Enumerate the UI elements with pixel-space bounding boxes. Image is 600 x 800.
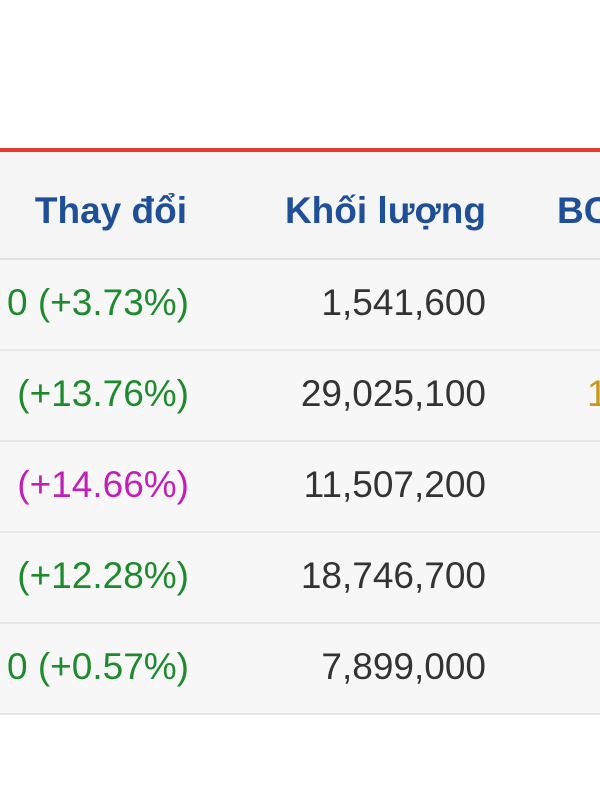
volume-cell: 1,541,600 [321,282,486,323]
column-header-volume[interactable]: Khối lượng [285,190,486,232]
volume-cell: 11,507,200 [303,464,486,505]
table-row[interactable]: 0 (+3.73%) 1,541,600 [0,260,600,351]
change-cell: 0 (+3.73%) [6,282,189,323]
change-cell: 0 (+0.57%) [6,646,189,687]
change-cell: (+14.66%) [17,464,189,505]
column-header-partial[interactable]: BC [557,190,600,232]
table-row[interactable]: (+14.66%) 11,507,200 [0,442,600,533]
volume-cell: 7,899,000 [321,646,486,687]
volume-cell: 29,025,100 [300,373,486,414]
stock-table-page: Thay đổi Khối lượng BC 0 (+3.73%) 1,541,… [0,0,600,800]
table-row[interactable]: (+12.28%) 18,746,700 [0,533,600,624]
partial-cell: 1 [587,373,600,414]
table-header: Thay đổi Khối lượng BC [0,152,600,260]
change-cell: (+12.28%) [17,555,189,596]
table-row[interactable]: 0 (+0.57%) 7,899,000 [0,624,600,715]
stock-table: Thay đổi Khối lượng BC 0 (+3.73%) 1,541,… [0,152,600,715]
volume-cell: 18,746,700 [300,555,486,596]
table-row[interactable]: (+13.76%) 29,025,100 1 [0,351,600,442]
column-header-change[interactable]: Thay đổi [35,190,187,232]
change-cell: (+13.76%) [17,373,189,414]
